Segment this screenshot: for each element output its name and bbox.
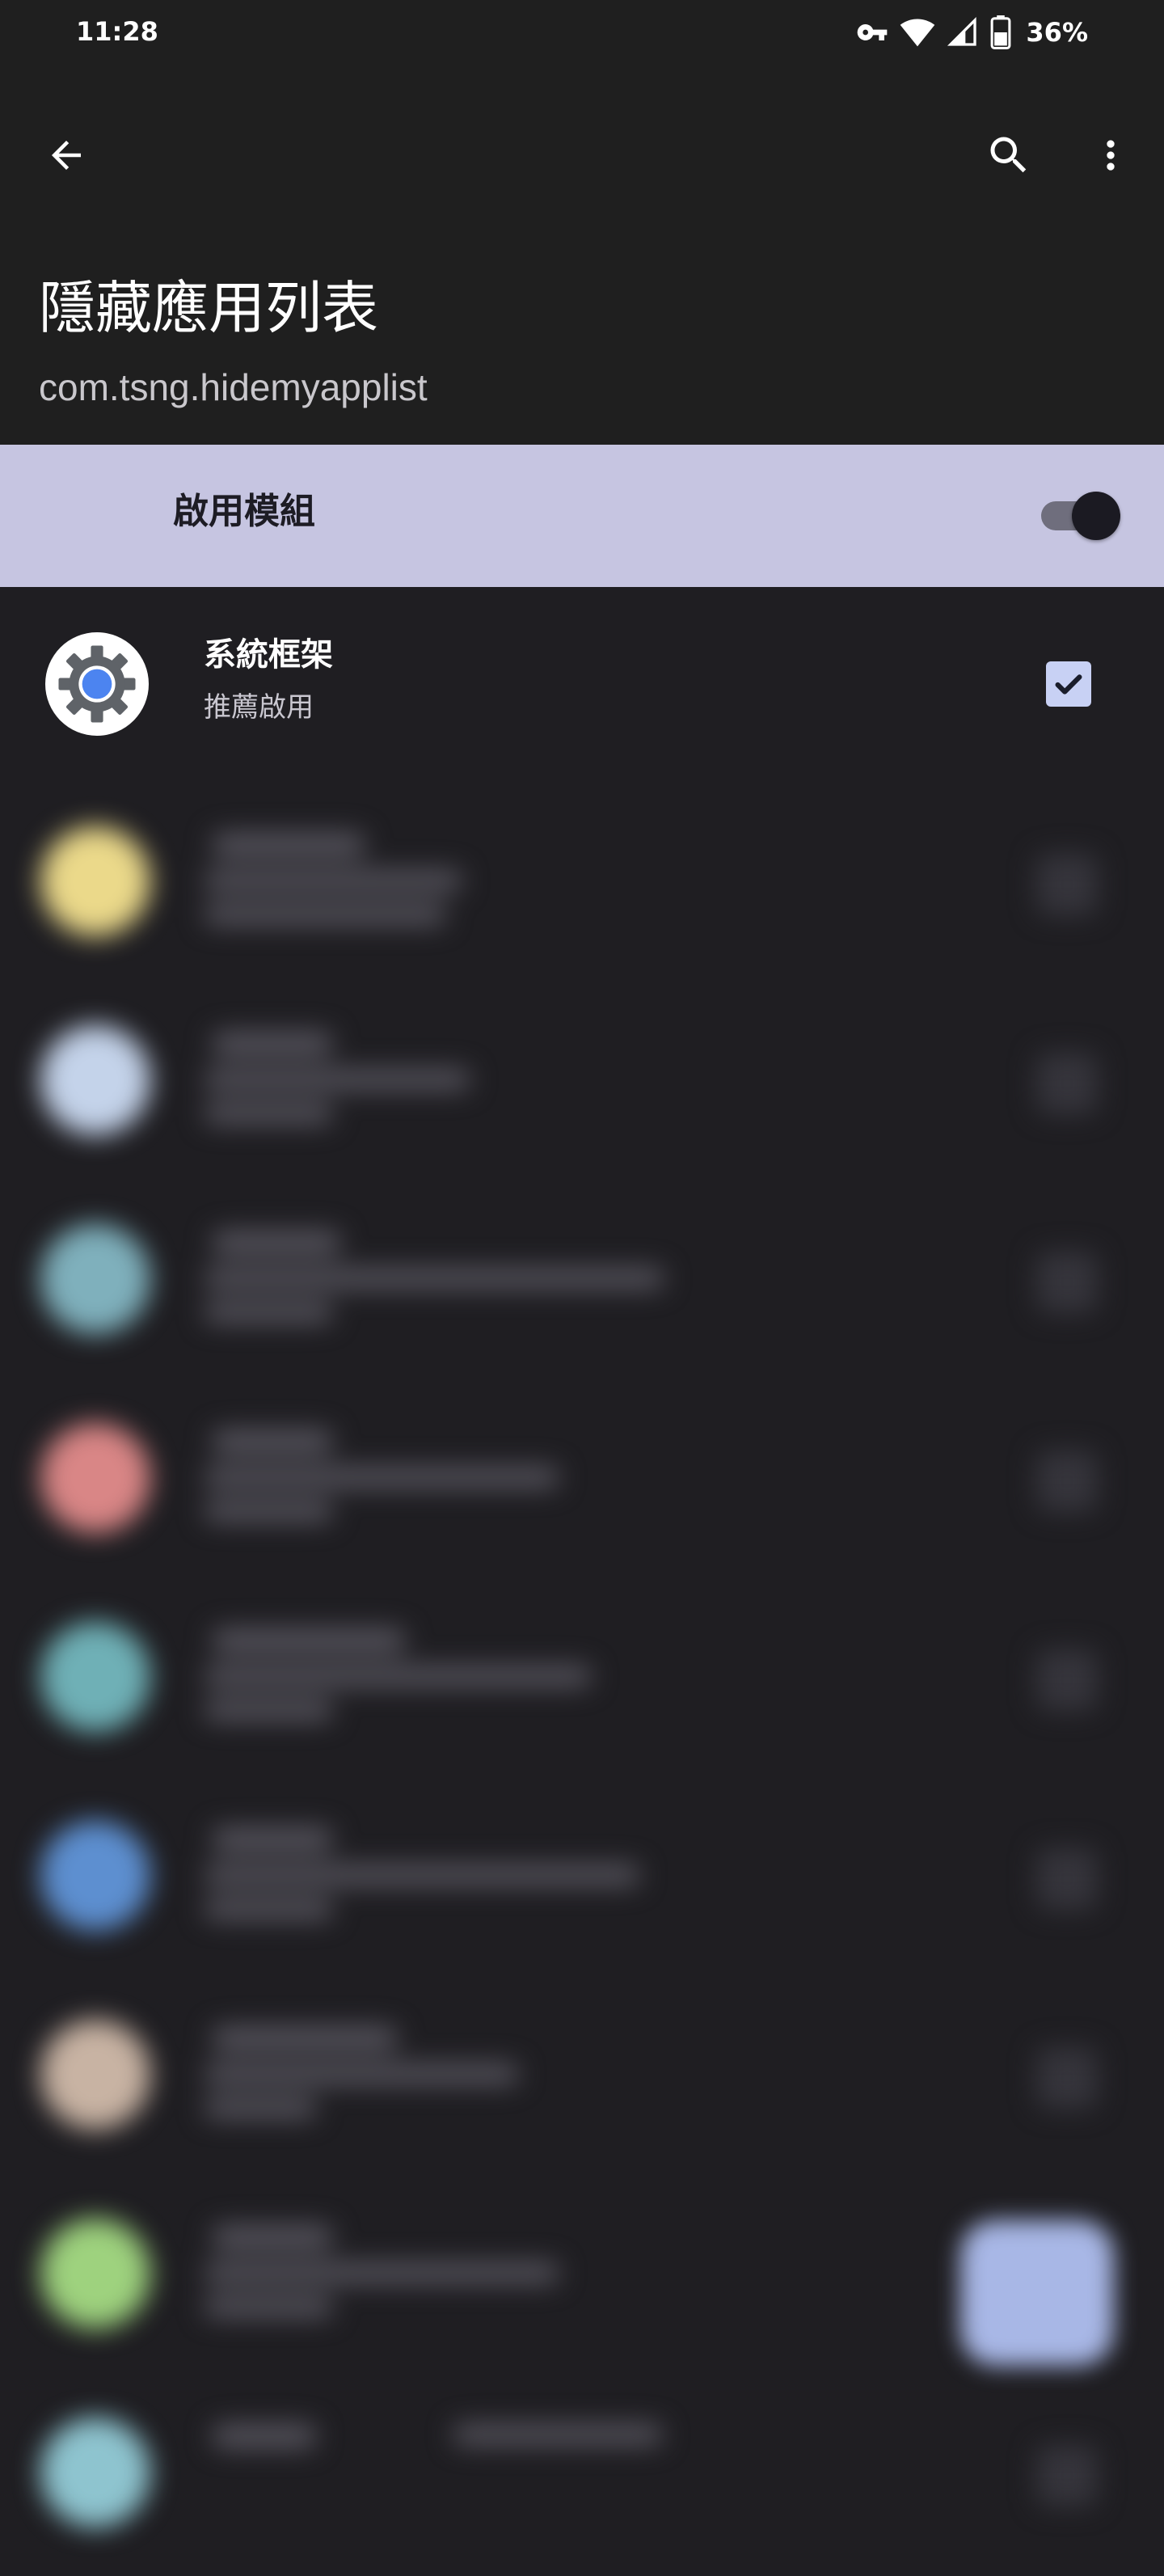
app-icon-blurred: [40, 2418, 150, 2527]
page-title: 隱藏應用列表: [39, 275, 378, 341]
app-root: 11:28 36% 隱藏應用列表 com.tsng.hidemyapplist …: [0, 0, 1164, 2527]
app-bar: 隱藏應用列表 com.tsng.hidemyapplist: [0, 68, 1164, 445]
search-button[interactable]: [970, 116, 1048, 194]
app-checkbox-blurred[interactable]: [1036, 1649, 1098, 1711]
search-icon: [990, 137, 1027, 173]
vpn-key-icon: [856, 16, 888, 49]
app-name: 系統框架: [204, 636, 333, 674]
app-checkbox-blurred[interactable]: [1036, 1451, 1098, 1512]
status-time: 11:28: [76, 16, 158, 47]
list-item-blurred[interactable]: [0, 1383, 1164, 1581]
app-checkbox-blurred[interactable]: [1036, 1848, 1098, 1910]
package-name: com.tsng.hidemyapplist: [39, 366, 428, 408]
scope-app-list: 系統框架 推薦啟用: [0, 587, 1164, 2527]
list-item-blurred[interactable]: [0, 1780, 1164, 1979]
app-subtitle: 推薦啟用: [204, 691, 314, 724]
app-checkbox-blurred[interactable]: [1036, 2047, 1098, 2109]
app-icon-blurred: [40, 1622, 150, 1732]
list-item-blurred[interactable]: [0, 1979, 1164, 2178]
app-checkbox-blurred[interactable]: [1036, 1252, 1098, 1313]
battery-percent: 36%: [1026, 17, 1088, 48]
back-button[interactable]: [27, 116, 105, 194]
app-icon-blurred: [40, 2219, 150, 2329]
status-bar: 11:28 36%: [0, 0, 1164, 68]
app-icon-blurred: [40, 1821, 150, 1931]
battery-icon: [990, 15, 1011, 49]
list-item-blurred[interactable]: [0, 1184, 1164, 1383]
cellular-signal-icon: [947, 16, 979, 49]
more-options-button[interactable]: [1072, 116, 1149, 194]
app-checkbox-blurred[interactable]: [1036, 2445, 1098, 2506]
list-item-system-framework[interactable]: 系統框架 推薦啟用: [0, 587, 1164, 786]
app-icon-blurred: [40, 1224, 150, 1334]
list-item-blurred[interactable]: [0, 2377, 1164, 2576]
app-icon-blurred: [40, 1423, 150, 1533]
app-checkbox-blurred[interactable]: [1036, 854, 1098, 915]
enable-module-toggle[interactable]: [1036, 490, 1122, 542]
arrow-back-icon: [52, 141, 81, 170]
list-item-blurred[interactable]: [0, 985, 1164, 1184]
floating-action-button[interactable]: [960, 2220, 1114, 2366]
more-vert-icon: [1107, 140, 1115, 171]
status-icons: 36%: [856, 15, 1088, 50]
system-framework-gear-icon: [45, 632, 149, 736]
app-checkbox[interactable]: [1046, 661, 1091, 707]
wifi-icon: [900, 15, 935, 50]
toggle-thumb: [1072, 492, 1120, 540]
check-icon: [1055, 674, 1082, 695]
list-item-blurred[interactable]: [0, 786, 1164, 985]
app-icon-blurred: [40, 2020, 150, 2130]
app-checkbox-blurred[interactable]: [1036, 1053, 1098, 1114]
list-item-blurred[interactable]: [0, 1581, 1164, 1780]
enable-module-row[interactable]: 啟用模組: [0, 445, 1164, 587]
app-icon-blurred: [40, 826, 150, 936]
enable-module-label: 啟用模組: [173, 491, 315, 532]
app-icon-blurred: [40, 1025, 150, 1135]
